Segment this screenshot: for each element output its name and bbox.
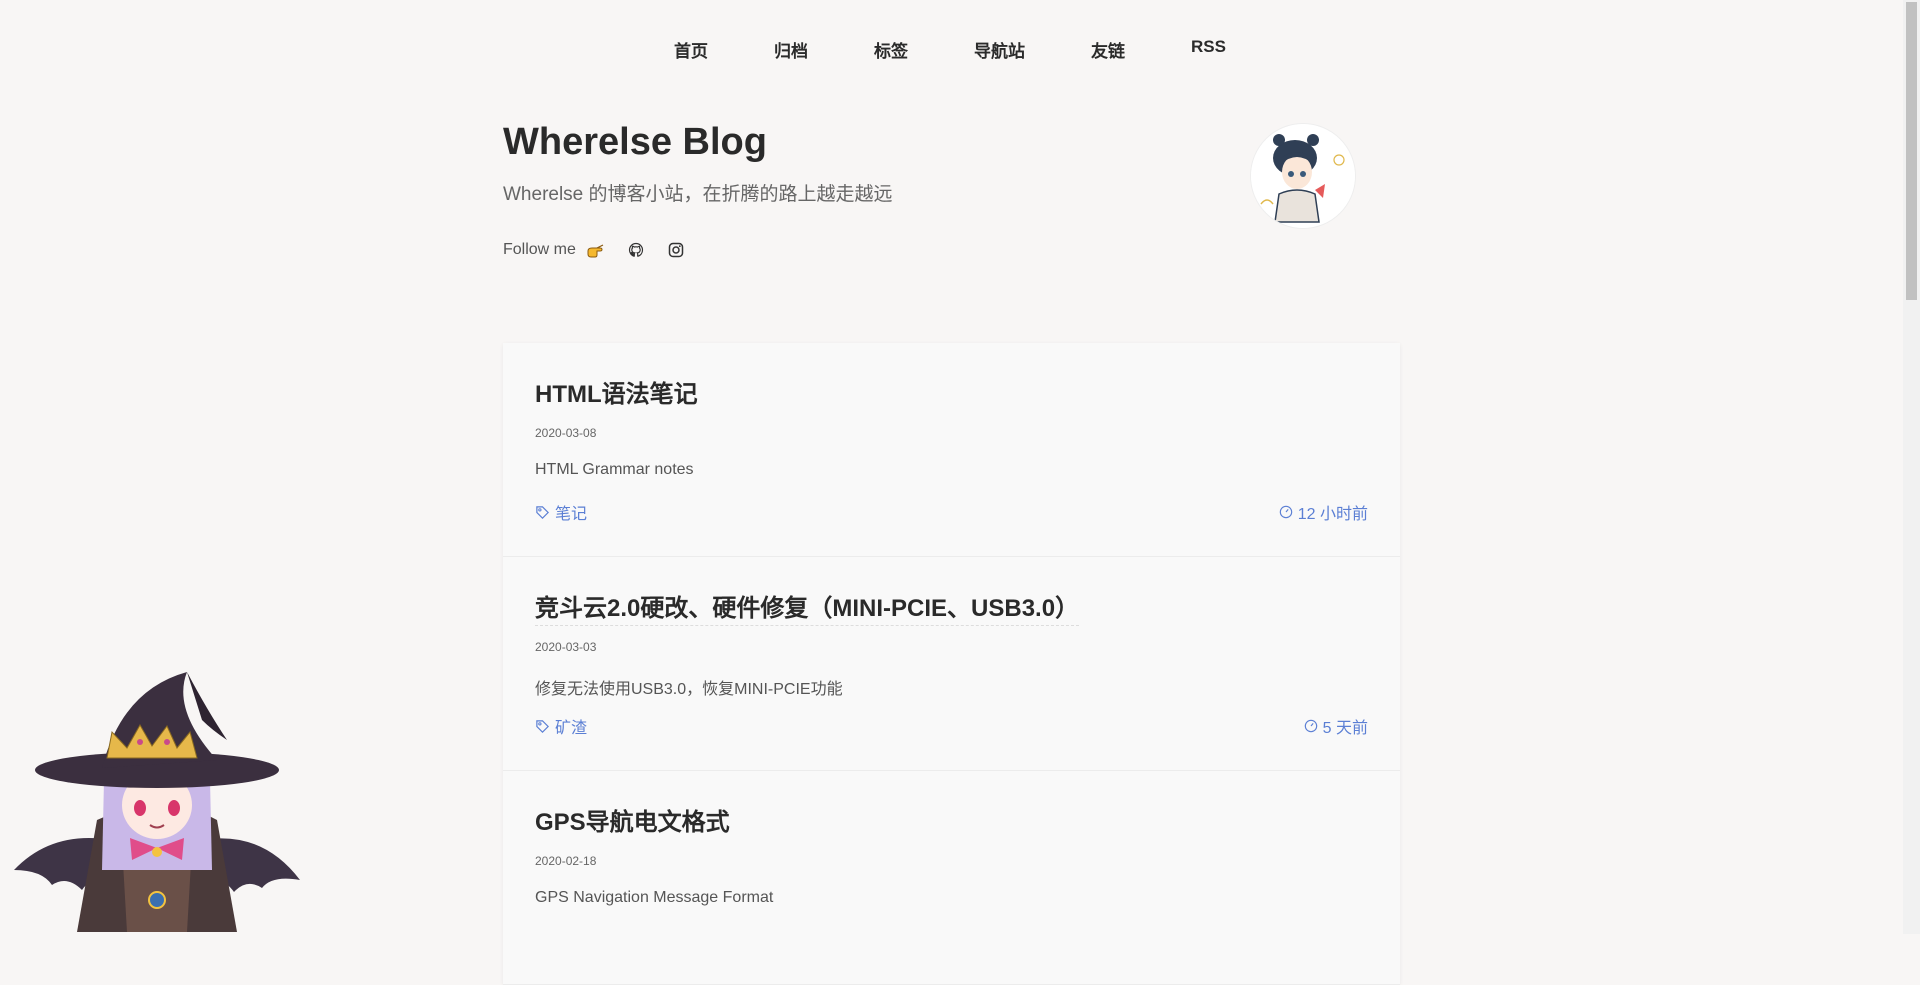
post-date: 2020-03-03 [535,640,597,654]
witch-mascot-image [12,670,302,934]
post-card: GPS导航电文格式 2020-02-18 GPS Navigation Mess… [503,771,1400,985]
post-title[interactable]: GPS导航电文格式 [535,802,730,837]
nav-navigation-site[interactable]: 导航站 [941,30,1058,69]
post-time: 5 天前 [1304,714,1368,738]
post-date: 2020-02-18 [535,854,597,868]
post-card: 竞斗云2.0硬改、硬件修复（MINI-PCIE、USB3.0） 2020-03-… [503,557,1400,771]
post-tag-label: 矿渣 [555,720,588,737]
post-description: 修复无法使用USB3.0，恢复MINI-PCIE功能 [535,681,843,698]
post-date: 2020-03-08 [535,426,597,440]
follow-label: Follow me [503,241,576,258]
nav-rss[interactable]: RSS [1158,30,1259,69]
follow-bar: Follow me [503,238,1363,262]
nav-tags[interactable]: 标签 [841,30,941,69]
post-title[interactable]: HTML语法笔记 [535,374,698,409]
top-nav: 首页 归档 标签 导航站 友链 RSS [0,30,1900,69]
clock-icon [1279,505,1293,519]
post-time-label: 5 天前 [1322,720,1368,737]
avatar [1251,124,1355,228]
clock-icon [1304,719,1317,733]
post-list: HTML语法笔记 2020-03-08 HTML Grammar notes 笔… [503,343,1400,985]
nav-home[interactable]: 首页 [641,30,741,69]
scrollbar-thumb[interactable] [1906,2,1917,300]
post-card: HTML语法笔记 2020-03-08 HTML Grammar notes 笔… [503,343,1400,557]
instagram-icon[interactable] [664,238,688,262]
post-title[interactable]: 竞斗云2.0硬改、硬件修复（MINI-PCIE、USB3.0） [535,588,1080,626]
github-icon[interactable] [624,238,648,262]
pointing-hand-icon [584,238,608,262]
post-time-label: 12 小时前 [1297,506,1368,523]
post-description: GPS Navigation Message Format [535,889,774,906]
page-scrollbar[interactable] [1903,0,1920,934]
post-time: 12 小时前 [1279,500,1368,524]
post-tag[interactable]: 笔记 [535,500,587,524]
profile-header: Wherelse Blog Wherelse 的博客小站，在折腾的路上越走越远 … [503,118,1363,262]
nav-friend-links[interactable]: 友链 [1058,30,1158,69]
site-title: Wherelse Blog [503,121,767,163]
nav-archive[interactable]: 归档 [741,30,841,69]
tag-icon [536,505,549,519]
post-tag-label: 笔记 [555,506,588,523]
site-subtitle: Wherelse 的博客小站，在折腾的路上越走越远 [503,184,893,205]
post-description: HTML Grammar notes [535,461,694,478]
tag-icon [536,719,549,733]
post-tag[interactable]: 矿渣 [535,714,587,738]
